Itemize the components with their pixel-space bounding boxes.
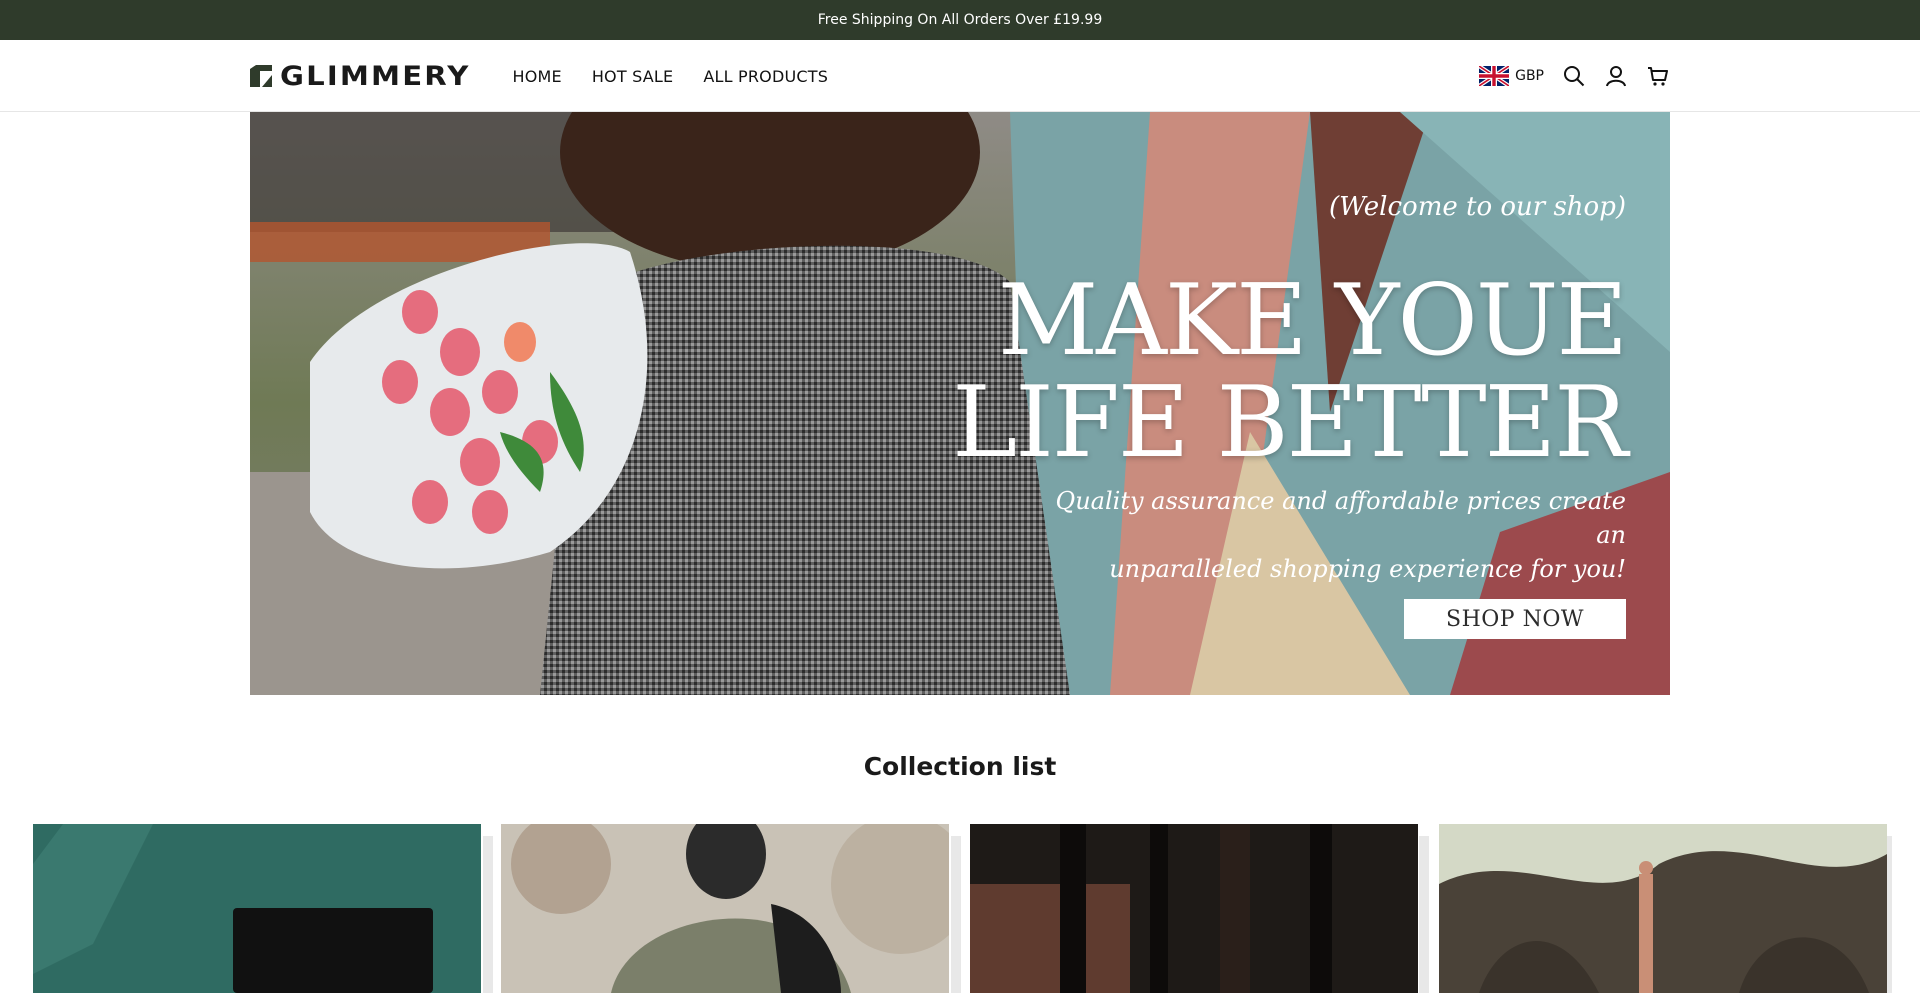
collection-card-1[interactable]	[33, 824, 481, 993]
hero-headline: MAKE YOUE LIFE BETTER	[952, 264, 1628, 480]
account-icon[interactable]	[1604, 64, 1628, 88]
logo-mark-icon	[250, 65, 272, 87]
dark-trees-photo	[970, 824, 1418, 993]
hero-headline-line2: LIFE BETTER	[952, 366, 1628, 480]
announcement-text: Free Shipping On All Orders Over £19.99	[817, 12, 1103, 28]
uk-flag-icon	[1479, 66, 1510, 86]
hero-headline-line1: MAKE YOUE	[997, 264, 1628, 378]
person-in-tree-photo	[1439, 824, 1887, 993]
nav-home[interactable]: HOME	[512, 67, 561, 86]
cart-icon[interactable]	[1646, 64, 1670, 88]
tablet-on-green-wall-photo	[33, 824, 481, 993]
collection-card-3[interactable]	[970, 824, 1418, 993]
collection-list	[33, 824, 1892, 993]
card-shadow	[1419, 836, 1429, 993]
nav-all-products[interactable]: ALL PRODUCTS	[703, 67, 828, 86]
search-icon[interactable]	[1562, 64, 1586, 88]
card-shadow	[483, 836, 493, 993]
site-logo[interactable]: GLIMMERY	[250, 61, 468, 92]
hero-subline: Quality assurance and affordable prices …	[1026, 484, 1626, 586]
collection-card-2[interactable]	[501, 824, 949, 993]
hero-subline-line1: Quality assurance and affordable prices …	[1055, 487, 1626, 549]
currency-code: GBP	[1515, 68, 1544, 84]
hero-subline-line2: unparalleled shopping experience for you…	[1109, 555, 1626, 583]
currency-selector[interactable]: GBP	[1479, 66, 1544, 86]
card-shadow	[951, 836, 961, 993]
collection-list-title: Collection list	[863, 752, 1057, 781]
collection-card-4[interactable]	[1439, 824, 1887, 993]
main-nav: HOME HOT SALE ALL PRODUCTS	[512, 67, 828, 86]
logo-text: GLIMMERY	[280, 60, 471, 92]
hero-banner[interactable]: (Welcome to our shop) MAKE YOUE LIFE BET…	[250, 112, 1670, 695]
announcement-bar: Free Shipping On All Orders Over £19.99	[0, 0, 1920, 40]
nav-hot-sale[interactable]: HOT SALE	[592, 67, 674, 86]
site-header: GLIMMERY HOME HOT SALE ALL PRODUCTS GBP	[0, 40, 1920, 112]
hero-welcome: (Welcome to our shop)	[1329, 192, 1626, 222]
man-with-backpack-photo	[501, 824, 949, 993]
shop-now-button[interactable]: SHOP NOW	[1404, 599, 1626, 639]
